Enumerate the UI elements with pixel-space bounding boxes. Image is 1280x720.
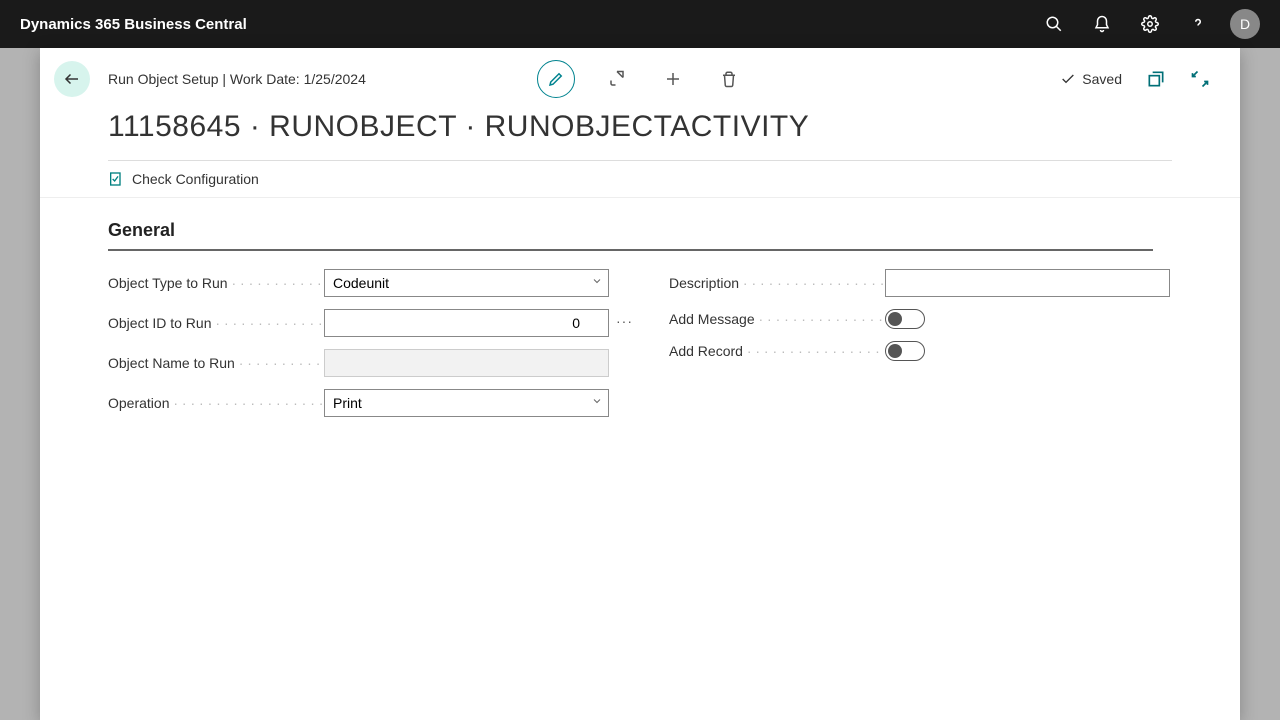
search-icon[interactable] [1030,0,1078,48]
section-general: General [108,220,1153,251]
label-object-type: Object Type to Run [108,275,324,291]
check-configuration-icon [108,171,124,187]
saved-status: Saved [1060,71,1122,87]
input-description[interactable] [885,269,1170,297]
breadcrumb: Run Object Setup | Work Date: 1/25/2024 [108,71,366,87]
check-configuration-label: Check Configuration [132,171,259,187]
collapse-icon[interactable] [1190,69,1210,89]
input-object-id[interactable] [324,309,609,337]
label-add-record: Add Record [669,343,885,359]
label-object-name: Object Name to Run [108,355,324,371]
label-description: Description [669,275,885,291]
input-object-name [324,349,609,377]
new-icon[interactable] [659,65,687,93]
product-name: Dynamics 365 Business Central [20,16,247,33]
toggle-add-record[interactable] [885,341,925,361]
popout-icon[interactable] [1146,69,1166,89]
saved-label: Saved [1082,71,1122,87]
back-button[interactable] [54,61,90,97]
input-operation[interactable] [324,389,609,417]
delete-icon[interactable] [715,65,743,93]
help-icon[interactable] [1174,0,1222,48]
label-object-id: Object ID to Run [108,315,324,331]
toggle-add-message[interactable] [885,309,925,329]
edit-button[interactable] [537,60,575,98]
lookup-icon[interactable]: ··· [616,313,633,329]
check-configuration-button[interactable]: Check Configuration [108,171,259,187]
page-title: 11158645 · RUNOBJECT · RUNOBJECTACTIVITY [40,110,1240,144]
input-object-type[interactable] [324,269,609,297]
label-operation: Operation [108,395,324,411]
avatar[interactable]: D [1230,9,1260,39]
gear-icon[interactable] [1126,0,1174,48]
page-card: Run Object Setup | Work Date: 1/25/2024 … [40,48,1240,720]
notifications-icon[interactable] [1078,0,1126,48]
label-add-message: Add Message [669,311,885,327]
share-icon[interactable] [603,65,631,93]
